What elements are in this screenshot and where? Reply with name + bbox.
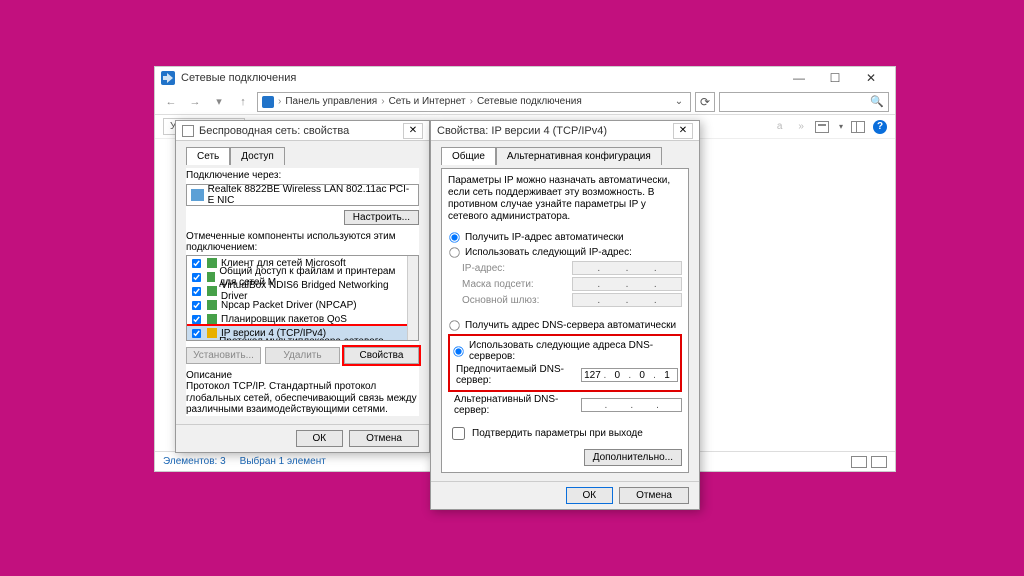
dialog-icon bbox=[182, 125, 194, 137]
status-selected: Выбран 1 элемент bbox=[240, 456, 326, 467]
view-details-icon[interactable] bbox=[851, 456, 867, 468]
adapter-name: Realtek 8822BE Wireless LAN 802.11ac PCI… bbox=[208, 184, 414, 206]
client-icon bbox=[207, 258, 217, 268]
adapter-box: Realtek 8822BE Wireless LAN 802.11ac PCI… bbox=[186, 184, 419, 206]
gw-input: ... bbox=[572, 293, 682, 307]
view-icon[interactable] bbox=[815, 121, 829, 133]
view-dropdown-icon[interactable] bbox=[837, 121, 843, 132]
adapter-icon bbox=[191, 189, 204, 201]
advanced-button[interactable]: Дополнительно... bbox=[584, 449, 682, 466]
forward-button[interactable]: → bbox=[185, 92, 205, 112]
ip-label: IP-адрес: bbox=[462, 263, 505, 274]
dialog-title: Беспроводная сеть: свойства bbox=[199, 125, 349, 137]
components-list[interactable]: Клиент для сетей Microsoft Общий доступ … bbox=[186, 255, 419, 341]
status-count: Элементов: 3 bbox=[163, 456, 226, 467]
dropdown-history[interactable]: ▾ bbox=[209, 92, 229, 112]
gw-label: Основной шлюз: bbox=[462, 295, 539, 306]
dialog-title: Свойства: IP версии 4 (TCP/IPv4) bbox=[437, 125, 607, 137]
back-button[interactable]: ← bbox=[161, 92, 181, 112]
properties-button[interactable]: Свойства bbox=[344, 347, 419, 364]
breadcrumb-1[interactable]: Панель управления bbox=[285, 96, 377, 107]
dns2-input[interactable]: ... bbox=[581, 398, 682, 412]
cancel-button[interactable]: Отмена bbox=[619, 487, 689, 504]
nav-row: ← → ▾ ↑ › Панель управления › Сеть и Инт… bbox=[155, 89, 895, 115]
toolbar-divider: » bbox=[793, 118, 809, 135]
description-title: Описание bbox=[186, 370, 419, 381]
tab-alt[interactable]: Альтернативная конфигурация bbox=[496, 147, 662, 165]
mask-input: ... bbox=[572, 277, 682, 291]
ok-button[interactable]: ОК bbox=[296, 430, 344, 447]
cancel-button[interactable]: Отмена bbox=[349, 430, 419, 447]
minimize-button[interactable]: — bbox=[781, 67, 817, 89]
tab-general[interactable]: Общие bbox=[441, 147, 496, 165]
radio-ip-manual[interactable]: Использовать следующий IP-адрес: bbox=[448, 246, 682, 259]
configure-button[interactable]: Настроить... bbox=[344, 210, 419, 225]
address-dropdown[interactable]: ⌄ bbox=[672, 96, 686, 107]
remove-button: Удалить bbox=[265, 347, 340, 364]
ipv4-properties-dialog: Свойства: IP версии 4 (TCP/IPv4) ✕ Общие… bbox=[430, 120, 700, 510]
close-button[interactable]: ✕ bbox=[403, 123, 423, 139]
close-button[interactable]: ✕ bbox=[853, 67, 889, 89]
toolbar-hidden-3: а bbox=[772, 118, 788, 135]
refresh-button[interactable]: ⟳ bbox=[695, 92, 715, 112]
titlebar[interactable]: Сетевые подключения — ☐ ✕ bbox=[155, 67, 895, 89]
view-large-icon[interactable] bbox=[871, 456, 887, 468]
scrollbar[interactable] bbox=[407, 256, 418, 340]
component-row: Протокол мультиплексора сетевого адаптер… bbox=[187, 340, 418, 341]
up-button[interactable]: ↑ bbox=[233, 92, 253, 112]
service-icon bbox=[207, 314, 217, 324]
component-row: Планировщик пакетов QoS bbox=[187, 312, 418, 326]
intro-text: Параметры IP можно назначать автоматичес… bbox=[448, 175, 682, 223]
radio-dns-manual[interactable]: Использовать следующие адреса DNS-сервер… bbox=[452, 340, 678, 362]
wireless-properties-dialog: Беспроводная сеть: свойства ✕ Сеть Досту… bbox=[175, 120, 430, 453]
component-row: VirtualBox NDIS6 Bridged Networking Driv… bbox=[187, 284, 418, 298]
share-icon bbox=[207, 272, 215, 282]
dns2-label: Альтернативный DNS-сервер: bbox=[454, 394, 581, 416]
maximize-button[interactable]: ☐ bbox=[817, 67, 853, 89]
dialog-titlebar[interactable]: Свойства: IP версии 4 (TCP/IPv4) ✕ bbox=[431, 121, 699, 141]
dns1-input[interactable]: 127.0.0.1 bbox=[581, 368, 678, 382]
mask-label: Маска подсети: bbox=[462, 279, 534, 290]
search-box[interactable]: 🔍 bbox=[719, 92, 889, 112]
dialog-titlebar[interactable]: Беспроводная сеть: свойства ✕ bbox=[176, 121, 429, 141]
breadcrumb-2[interactable]: Сеть и Интернет bbox=[389, 96, 466, 107]
breadcrumb-3[interactable]: Сетевые подключения bbox=[477, 96, 582, 107]
driver-icon bbox=[207, 300, 217, 310]
components-label: Отмеченные компоненты используются этим … bbox=[186, 231, 419, 253]
protocol-icon bbox=[207, 328, 217, 338]
window-title: Сетевые подключения bbox=[181, 72, 296, 84]
tab-access[interactable]: Доступ bbox=[230, 147, 285, 165]
ip-input: ... bbox=[572, 261, 682, 275]
install-button[interactable]: Установить... bbox=[186, 347, 261, 364]
help-icon[interactable]: ? bbox=[873, 120, 887, 134]
radio-ip-auto[interactable]: Получить IP-адрес автоматически bbox=[448, 231, 682, 244]
pane-icon[interactable] bbox=[851, 121, 865, 133]
dns1-label: Предпочитаемый DNS-сервер: bbox=[456, 364, 581, 386]
tab-network[interactable]: Сеть bbox=[186, 147, 230, 165]
address-bar[interactable]: › Панель управления › Сеть и Интернет › … bbox=[257, 92, 691, 112]
radio-dns-auto[interactable]: Получить адрес DNS-сервера автоматически bbox=[448, 319, 682, 332]
close-button[interactable]: ✕ bbox=[673, 123, 693, 139]
validate-on-exit[interactable]: Подтвердить параметры при выходе bbox=[448, 424, 682, 443]
search-icon: 🔍 bbox=[870, 95, 884, 108]
app-icon bbox=[161, 71, 175, 85]
ok-button[interactable]: ОК bbox=[566, 487, 614, 504]
connect-via-label: Подключение через: bbox=[186, 170, 419, 181]
control-panel-icon bbox=[262, 96, 274, 108]
driver-icon bbox=[207, 286, 217, 296]
description-text: Протокол TCP/IP. Стандартный протокол гл… bbox=[186, 381, 419, 416]
